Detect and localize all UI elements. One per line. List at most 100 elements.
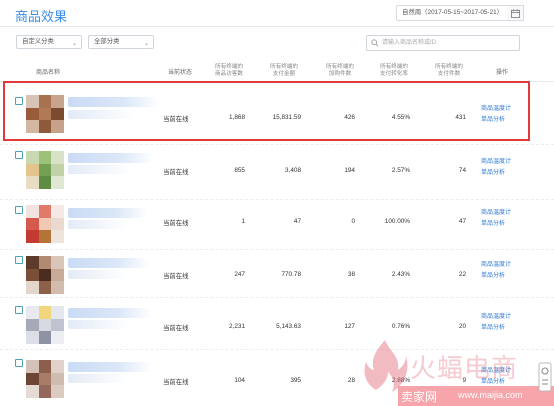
all-category-label: 全部分类 xyxy=(94,38,120,45)
table-row: 当前在线 1,868 15,831.59 426 4.55% 431 商品温度计… xyxy=(0,83,554,145)
thermometer-link[interactable]: 商品温度计 xyxy=(481,104,511,115)
calendar-icon xyxy=(510,8,520,18)
product-id-blurred xyxy=(68,320,130,329)
custom-category-select[interactable]: 自定义分类 ⌄ xyxy=(16,35,82,49)
cell-visitors: 855 xyxy=(234,167,245,174)
cell-visitors: 1,868 xyxy=(229,114,245,121)
row-checkbox[interactable] xyxy=(15,97,23,105)
header-divider xyxy=(0,26,554,27)
watermark-brand: 火蝠电商 xyxy=(410,354,519,384)
cell-pay-amount: 5,143.63 xyxy=(276,323,301,330)
col-header-pay-amount[interactable]: 所有终端的 支付金额 xyxy=(262,64,306,78)
product-thumbnail[interactable] xyxy=(26,256,64,294)
col-header-line: 所有终端的 xyxy=(326,64,354,70)
cell-conversion: 4.55% xyxy=(391,114,410,121)
product-name-blurred[interactable] xyxy=(68,258,150,268)
thermometer-link[interactable]: 商品温度计 xyxy=(481,260,511,271)
row-checkbox[interactable] xyxy=(15,306,23,314)
product-name-blurred[interactable] xyxy=(68,362,152,372)
col-header-cart[interactable]: 所有终端的 加购件数 xyxy=(318,64,362,78)
date-range-picker[interactable]: 自然周（2017-05-15~2017-05-21） xyxy=(396,5,524,21)
row-checkbox[interactable] xyxy=(15,151,23,159)
col-header-status: 当前状态 xyxy=(167,70,192,76)
row-checkbox[interactable] xyxy=(15,256,23,264)
table-row: 当前在线 1 47 0 100.00% 47 商品温度计 单品分析 xyxy=(0,200,554,250)
table-header: 商品名称 当前状态 所有终端的 商品访客数 所有终端的 支付金额 所有终端的 加… xyxy=(0,62,554,82)
col-header-conversion[interactable]: 所有终端的 支付转化率 xyxy=(372,64,416,78)
product-id-blurred xyxy=(68,165,132,174)
row-actions: 商品温度计 单品分析 xyxy=(481,208,511,230)
cell-visitors: 104 xyxy=(234,377,245,384)
analysis-link[interactable]: 单品分析 xyxy=(481,271,511,282)
custom-category-label: 自定义分类 xyxy=(22,38,54,45)
col-header-line: 支付金额 xyxy=(272,71,296,77)
col-header-visitors[interactable]: 所有终端的 商品访客数 xyxy=(207,64,251,78)
col-header-line: 加购件数 xyxy=(328,71,352,77)
product-name-blurred[interactable] xyxy=(68,153,154,163)
table-row: 当前在线 855 3,408 194 2.57% 74 商品温度计 单品分析 xyxy=(0,145,554,200)
product-thumbnail[interactable] xyxy=(26,205,64,243)
col-header-action: 操作 xyxy=(495,70,508,76)
calendar-button[interactable] xyxy=(507,5,524,21)
product-search-box[interactable] xyxy=(366,35,520,51)
row-actions: 商品温度计 单品分析 xyxy=(481,104,511,126)
row-actions: 商品温度计 单品分析 xyxy=(481,157,511,179)
col-header-line: 所有终端的 xyxy=(270,64,298,70)
cell-visitors: 247 xyxy=(234,271,245,278)
col-header-line: 所有终端的 xyxy=(435,64,463,70)
all-category-select[interactable]: 全部分类 ⌄ xyxy=(88,35,154,49)
analysis-link[interactable]: 单品分析 xyxy=(481,115,511,126)
col-header-pay-items[interactable]: 所有终端的 支付件数 xyxy=(427,64,471,78)
product-name-blurred[interactable] xyxy=(68,208,148,218)
cell-visitors: 1 xyxy=(241,218,245,225)
cell-pay-amount: 3,408 xyxy=(285,167,301,174)
cell-cart: 0 xyxy=(351,218,355,225)
analysis-link[interactable]: 单品分析 xyxy=(481,219,511,230)
thermometer-link[interactable]: 商品温度计 xyxy=(481,157,511,168)
search-icon xyxy=(371,39,379,47)
cell-visitors: 2,231 xyxy=(229,323,245,330)
cell-pay-items: 20 xyxy=(458,323,466,330)
cell-conversion: 2.43% xyxy=(391,271,410,278)
product-thumbnail[interactable] xyxy=(26,360,64,398)
cell-pay-items: 74 xyxy=(458,167,466,174)
chevron-down-icon: ⌄ xyxy=(143,41,149,47)
product-thumbnail[interactable] xyxy=(26,151,64,189)
col-header-line: 支付转化率 xyxy=(380,71,408,77)
status-text: 当前在线 xyxy=(163,379,189,386)
product-name-blurred[interactable] xyxy=(68,97,160,107)
product-id-blurred xyxy=(68,374,128,383)
product-thumbnail[interactable] xyxy=(26,306,64,344)
search-input[interactable] xyxy=(382,37,516,49)
product-name-blurred[interactable] xyxy=(68,308,152,318)
watermark-site-url: www.maijia.com xyxy=(458,390,523,400)
side-widget-icon[interactable] xyxy=(538,362,552,392)
product-thumbnail[interactable] xyxy=(26,95,64,133)
watermark-site-name: 卖家网 xyxy=(401,390,438,404)
status-text: 当前在线 xyxy=(163,169,189,176)
col-header-name: 商品名称 xyxy=(35,70,60,76)
row-actions: 商品温度计 单品分析 xyxy=(481,260,511,282)
cell-pay-amount: 15,831.59 xyxy=(272,114,301,121)
status-text: 当前在线 xyxy=(163,116,189,123)
row-actions: 商品温度计 单品分析 xyxy=(481,312,511,334)
page-title: 商品效果 xyxy=(15,9,68,24)
cell-cart: 38 xyxy=(347,271,355,278)
col-header-line: 商品访客数 xyxy=(215,71,243,77)
cell-cart: 127 xyxy=(344,323,355,330)
row-checkbox[interactable] xyxy=(15,206,23,214)
col-header-line: 所有终端的 xyxy=(215,64,243,70)
analysis-link[interactable]: 单品分析 xyxy=(481,323,511,334)
cell-pay-amount: 395 xyxy=(290,377,301,384)
product-id-blurred xyxy=(68,110,138,119)
product-id-blurred xyxy=(68,270,126,279)
watermark-strip: 卖家网 www.maijia.com xyxy=(398,386,554,406)
table-row: 当前在线 247 770.78 38 2.43% 22 商品温度计 单品分析 xyxy=(0,250,554,298)
chevron-down-icon: ⌄ xyxy=(71,41,77,47)
thermometer-link[interactable]: 商品温度计 xyxy=(481,208,511,219)
cell-conversion: 2.57% xyxy=(391,167,410,174)
row-checkbox[interactable] xyxy=(15,359,23,367)
cell-cart: 28 xyxy=(347,377,355,384)
thermometer-link[interactable]: 商品温度计 xyxy=(481,312,511,323)
analysis-link[interactable]: 单品分析 xyxy=(481,168,511,179)
